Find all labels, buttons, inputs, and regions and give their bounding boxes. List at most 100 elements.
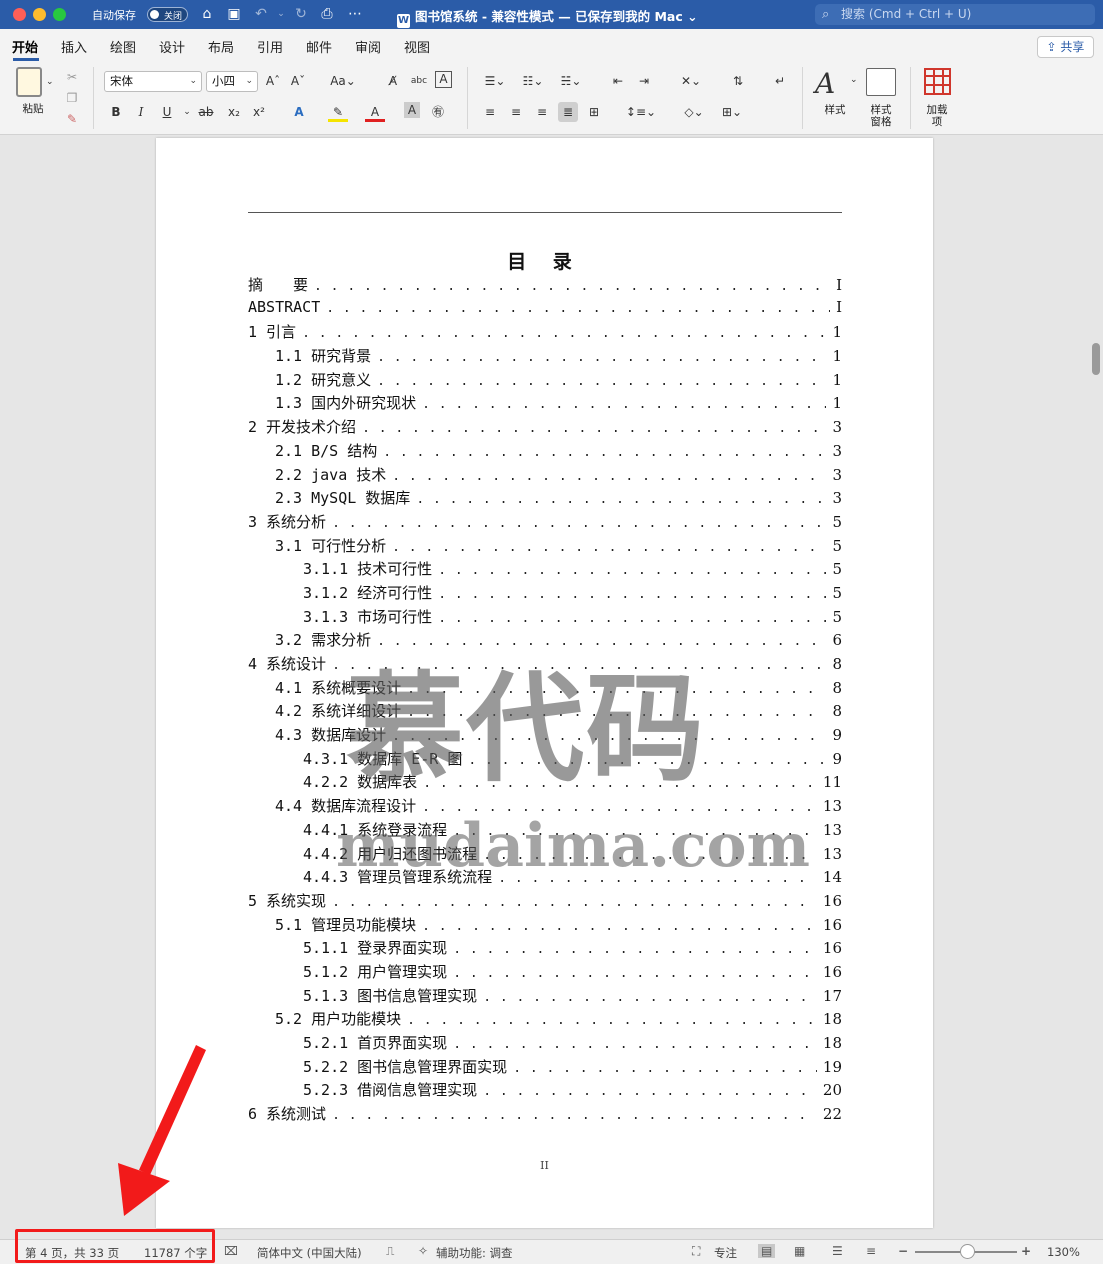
print-layout-icon[interactable]: ▤	[758, 1244, 776, 1258]
vertical-scrollbar-thumb[interactable]	[1092, 343, 1100, 375]
track-changes-icon[interactable]: ⎍	[386, 1244, 394, 1259]
justify-icon[interactable]: ≣	[558, 102, 578, 122]
font-color-icon[interactable]: A	[365, 102, 385, 122]
tab-references[interactable]: 引用	[257, 37, 283, 56]
underline-icon[interactable]: U	[157, 102, 177, 122]
zoom-window-button[interactable]	[53, 8, 66, 21]
tab-insert[interactable]: 插入	[61, 37, 87, 56]
grow-font-icon[interactable]: Aˆ	[263, 71, 283, 91]
copy-icon[interactable]: ❐	[62, 88, 82, 108]
strikethrough-icon[interactable]: ab	[196, 102, 216, 122]
distributed-icon[interactable]: ⊞	[584, 102, 604, 122]
undo-icon[interactable]: ↶	[252, 5, 270, 23]
proofing-icon[interactable]: ⌧	[224, 1244, 238, 1258]
toc-entry[interactable]: 3.1.2 经济可行性 . . . . . . . . . . . . . . .…	[248, 582, 842, 606]
toc-entry[interactable]: 5.1.1 登录界面实现 . . . . . . . . . . . . . . …	[248, 937, 842, 961]
close-window-button[interactable]	[13, 8, 26, 21]
zoom-in-icon[interactable]: +	[1021, 1244, 1031, 1258]
toc-entry[interactable]: 3.1 可行性分析 . . . . . . . . . . . . . . . .…	[248, 535, 842, 559]
language-status[interactable]: 简体中文 (中国大陆)	[257, 1245, 362, 1261]
toc-entry[interactable]: 3.1.3 市场可行性 . . . . . . . . . . . . . . .…	[248, 606, 842, 630]
toc-entry[interactable]: 5.1.2 用户管理实现 . . . . . . . . . . . . . . …	[248, 961, 842, 985]
redo-icon[interactable]: ↻	[292, 5, 310, 23]
toc-entry[interactable]: 摘 要 . . . . . . . . . . . . . . . . . . .…	[248, 274, 842, 298]
toc-entry[interactable]: 4.4.1 系统登录流程 . . . . . . . . . . . . . . …	[248, 819, 842, 843]
underline-dropdown-icon[interactable]: ⌄	[177, 102, 197, 122]
tab-view[interactable]: 视图	[404, 37, 430, 56]
borders-icon[interactable]: ⊞⌄	[716, 102, 748, 122]
numbering-icon[interactable]: ☷⌄	[518, 71, 548, 91]
toc-entry[interactable]: 3.1.1 技术可行性 . . . . . . . . . . . . . . .…	[248, 558, 842, 582]
share-button[interactable]: ⇪ 共享	[1037, 36, 1094, 58]
paste-icon[interactable]	[16, 67, 42, 97]
character-shading-icon[interactable]: A	[404, 102, 420, 118]
toc-entry[interactable]: 2 开发技术介绍 . . . . . . . . . . . . . . . . …	[248, 416, 842, 440]
bullets-icon[interactable]: ☰⌄	[480, 71, 510, 91]
accessibility-icon[interactable]: ✧	[418, 1244, 428, 1258]
increase-indent-icon[interactable]: ⇥	[634, 71, 654, 91]
accessibility-status[interactable]: 辅助功能: 调查	[436, 1245, 513, 1261]
print-icon[interactable]: ⎙	[318, 5, 336, 23]
autosave-toggle[interactable]: 关闭	[147, 7, 188, 22]
align-center-icon[interactable]: ≡	[506, 102, 526, 122]
toc-entry[interactable]: 5.1 管理员功能模块 . . . . . . . . . . . . . . .…	[248, 914, 842, 938]
toc-entry[interactable]: 5 系统实现 . . . . . . . . . . . . . . . . . …	[248, 890, 842, 914]
toc-entry[interactable]: 1 引言 . . . . . . . . . . . . . . . . . . …	[248, 321, 842, 345]
multilevel-list-icon[interactable]: ☵⌄	[556, 71, 586, 91]
shrink-font-icon[interactable]: Aˇ	[288, 71, 308, 91]
bold-icon[interactable]: B	[106, 102, 126, 122]
document-page[interactable]: 目 录 摘 要 . . . . . . . . . . . . . . . . .…	[156, 138, 933, 1228]
home-icon[interactable]: ⌂	[198, 5, 216, 23]
minimize-window-button[interactable]	[33, 8, 46, 21]
highlight-color-icon[interactable]: ✎	[328, 102, 348, 122]
tab-design[interactable]: 设计	[159, 37, 185, 56]
decrease-indent-icon[interactable]: ⇤	[608, 71, 628, 91]
toc-entry[interactable]: 4.4.2 用户归还图书流程 . . . . . . . . . . . . . …	[248, 843, 842, 867]
toc-entry[interactable]: 5.2 用户功能模块 . . . . . . . . . . . . . . . …	[248, 1008, 842, 1032]
toc-entry[interactable]: 4.4.3 管理员管理系统流程 . . . . . . . . . . . . .…	[248, 866, 842, 890]
zoom-out-icon[interactable]: −	[898, 1244, 908, 1258]
undo-dropdown-icon[interactable]: ⌄	[272, 5, 290, 23]
subscript-icon[interactable]: x₂	[224, 102, 244, 122]
cut-icon[interactable]: ✂	[62, 67, 82, 87]
tab-review[interactable]: 审阅	[355, 37, 381, 56]
toc-entry[interactable]: 5.2.2 图书信息管理界面实现 . . . . . . . . . . . . …	[248, 1056, 842, 1080]
zoom-level[interactable]: 130%	[1047, 1245, 1080, 1259]
show-marks-icon[interactable]: ↵	[770, 71, 790, 91]
toc-entry[interactable]: 6 系统测试 . . . . . . . . . . . . . . . . . …	[248, 1103, 842, 1127]
toc-entry[interactable]: 4.2.2 数据库表 . . . . . . . . . . . . . . . …	[248, 771, 842, 795]
shading-icon[interactable]: ◇⌄	[678, 102, 710, 122]
toc-entry[interactable]: 1.1 研究背景 . . . . . . . . . . . . . . . . …	[248, 345, 842, 369]
focus-icon[interactable]: ⛶	[692, 1244, 700, 1259]
toc-entry[interactable]: 5.2.3 借阅信息管理实现 . . . . . . . . . . . . . …	[248, 1079, 842, 1103]
toc-entry[interactable]: 4.1 系统概要设计 . . . . . . . . . . . . . . . …	[248, 677, 842, 701]
align-right-icon[interactable]: ≡	[532, 102, 552, 122]
toc-entry[interactable]: 4.3.1 数据库 E-R 图 . . . . . . . . . . . . .…	[248, 748, 842, 772]
document-area[interactable]: 目 录 摘 要 . . . . . . . . . . . . . . . . .…	[0, 135, 1103, 1239]
more-icon[interactable]: ⋯	[346, 5, 364, 23]
toc-entry[interactable]: 5.1.3 图书信息管理实现 . . . . . . . . . . . . . …	[248, 985, 842, 1009]
toc-entry[interactable]: 4.2 系统详细设计 . . . . . . . . . . . . . . . …	[248, 700, 842, 724]
tab-home[interactable]: 开始	[12, 37, 38, 56]
align-left-icon[interactable]: ≡	[480, 102, 500, 122]
asian-layout-icon[interactable]: ✕⌄	[675, 71, 707, 91]
addins-icon[interactable]	[924, 68, 951, 95]
toc-entry[interactable]: 4.3 数据库设计 . . . . . . . . . . . . . . . .…	[248, 724, 842, 748]
zoom-slider-handle[interactable]	[960, 1244, 975, 1259]
tab-mailings[interactable]: 邮件	[306, 37, 332, 56]
document-title[interactable]: W 图书馆系统 - 兼容性模式 — 已保存到我的 Mac ⌄	[397, 6, 698, 28]
clear-formatting-icon[interactable]: A̸	[383, 71, 403, 91]
toc-entry[interactable]: 1.3 国内外研究现状 . . . . . . . . . . . . . . .…	[248, 392, 842, 416]
search-input[interactable]: ⌕ 搜索 (Cmd + Ctrl + U)	[815, 4, 1095, 25]
styles-pane-icon[interactable]	[866, 68, 896, 96]
change-case-icon[interactable]: Aa⌄	[330, 71, 356, 91]
italic-icon[interactable]: I	[131, 102, 151, 122]
toc-entry[interactable]: 4.4 数据库流程设计 . . . . . . . . . . . . . . .…	[248, 795, 842, 819]
styles-dropdown-icon[interactable]: ⌄	[850, 75, 858, 85]
focus-label[interactable]: 专注	[714, 1245, 737, 1261]
outline-view-icon[interactable]: ☰	[832, 1244, 843, 1258]
toc-entry[interactable]: 4 系统设计 . . . . . . . . . . . . . . . . . …	[248, 653, 842, 677]
phonetic-guide-icon[interactable]: abc	[409, 71, 429, 91]
tab-layout[interactable]: 布局	[208, 37, 234, 56]
text-effects-icon[interactable]: A	[289, 102, 309, 122]
